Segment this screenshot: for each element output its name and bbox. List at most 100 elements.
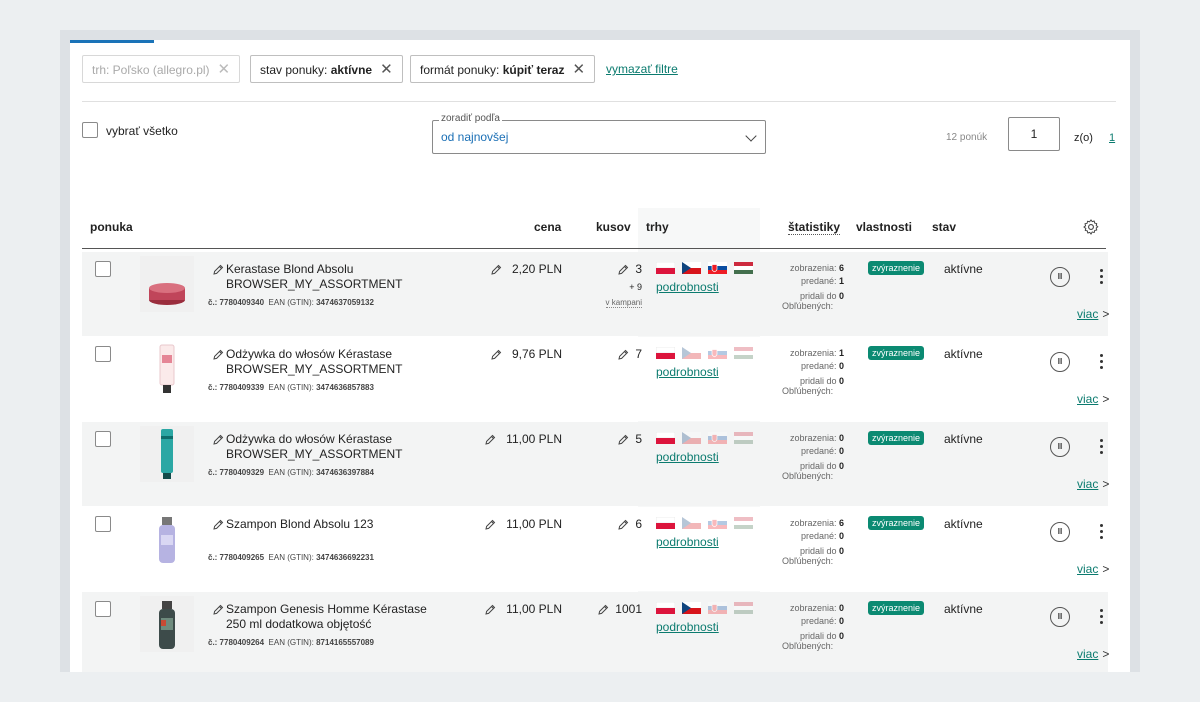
filter-chip-offer-state[interactable]: stav ponuky: aktívne ✕	[250, 55, 403, 83]
pencil-icon[interactable]	[484, 604, 496, 616]
offer-quantity[interactable]: 6	[635, 517, 642, 531]
row-checkbox[interactable]	[95, 261, 111, 277]
page-total-link[interactable]: 1	[1109, 132, 1115, 144]
flag-poland-icon	[656, 517, 675, 529]
offer-title[interactable]: Odżywka do włosów Kérastase BROWSER_MY_A…	[226, 347, 402, 377]
offer-state: aktívne	[944, 262, 983, 276]
market-flags	[656, 432, 760, 450]
pencil-icon[interactable]	[490, 349, 502, 361]
product-thumbnail[interactable]	[140, 256, 194, 312]
product-thumbnail[interactable]	[140, 596, 194, 652]
stat-favorites-label2: Obľúbených:	[782, 301, 834, 311]
kebab-menu-icon[interactable]	[1100, 609, 1103, 627]
pencil-icon[interactable]	[212, 519, 224, 531]
offer-title[interactable]: Odżywka do włosów Kérastase BROWSER_MY_A…	[226, 432, 402, 462]
pencil-icon[interactable]	[617, 349, 629, 361]
filter-chip-market[interactable]: trh: Poľsko (allegro.pl) ✕	[82, 55, 241, 83]
offer-number: č.: 7780409265	[208, 553, 265, 562]
stat-sold-label: predané:	[800, 446, 837, 456]
offer-price[interactable]: 2,20 PLN	[512, 262, 562, 276]
page-number-input[interactable]: 1	[1008, 117, 1060, 151]
close-icon[interactable]: ✕	[572, 61, 585, 78]
close-icon[interactable]: ✕	[380, 61, 393, 78]
pause-icon[interactable]: II	[1050, 522, 1070, 542]
kebab-menu-icon[interactable]	[1100, 354, 1103, 372]
stat-fav-label: pridali do	[799, 291, 837, 301]
offer-price[interactable]: 9,76 PLN	[512, 347, 562, 361]
offer-quantity[interactable]: 1001	[615, 602, 642, 616]
pause-icon[interactable]: II	[1050, 267, 1070, 287]
pencil-icon[interactable]	[617, 519, 629, 531]
pause-icon[interactable]: II	[1050, 437, 1070, 457]
markets-details-link[interactable]: podrobnosti	[656, 535, 719, 549]
row-checkbox[interactable]	[95, 516, 111, 532]
offer-price[interactable]: 11,00 PLN	[506, 517, 562, 531]
row-checkbox[interactable]	[95, 431, 111, 447]
pencil-icon[interactable]	[597, 604, 609, 616]
offers-panel: trh: Poľsko (allegro.pl) ✕ stav ponuky: a…	[70, 40, 1130, 672]
offer-price[interactable]: 11,00 PLN	[506, 602, 562, 616]
markets-details-link[interactable]: podrobnosti	[656, 450, 719, 464]
product-thumbnail[interactable]	[140, 511, 194, 567]
markets-details-link[interactable]: podrobnosti	[656, 365, 719, 379]
pencil-icon[interactable]	[490, 264, 502, 276]
flag-slovakia-icon	[708, 517, 727, 529]
stat-fav-value: 0	[838, 376, 844, 386]
pencil-icon[interactable]	[212, 264, 224, 276]
more-link[interactable]: viac >	[1077, 392, 1109, 406]
product-thumbnail[interactable]	[140, 341, 194, 397]
pencil-icon[interactable]	[617, 264, 629, 276]
pencil-icon[interactable]	[484, 434, 496, 446]
pencil-icon[interactable]	[212, 434, 224, 446]
column-header-state[interactable]: stav	[932, 220, 956, 234]
more-link[interactable]: viac >	[1077, 477, 1109, 491]
kebab-menu-icon[interactable]	[1100, 269, 1103, 287]
clear-filters-link[interactable]: vymazať filtre	[606, 55, 678, 83]
market-flags	[656, 262, 760, 280]
row-checkbox[interactable]	[95, 601, 111, 617]
column-header-stats[interactable]: štatistiky	[788, 220, 841, 235]
offer-quantity[interactable]: 7	[635, 347, 642, 361]
filter-chip-label: trh: Poľsko (allegro.pl)	[92, 63, 210, 77]
pencil-icon[interactable]	[212, 604, 224, 616]
pencil-icon[interactable]	[617, 434, 629, 446]
offer-price[interactable]: 11,00 PLN	[506, 432, 562, 446]
product-thumbnail[interactable]	[140, 426, 194, 482]
chevron-right-icon: >	[1102, 392, 1110, 406]
close-icon[interactable]: ✕	[218, 61, 231, 78]
column-header-price[interactable]: cena	[534, 220, 561, 234]
offer-title[interactable]: Kerastase Blond Absolu BROWSER_MY_ASSORT…	[226, 262, 402, 292]
pencil-icon[interactable]	[484, 519, 496, 531]
offer-title-line2: BROWSER_MY_ASSORTMENT	[226, 447, 403, 461]
pencil-icon[interactable]	[212, 349, 224, 361]
kebab-menu-icon[interactable]	[1100, 439, 1103, 457]
column-header-properties[interactable]: vlastnosti	[856, 220, 912, 234]
select-all-checkbox[interactable]	[82, 122, 98, 138]
more-link[interactable]: viac >	[1077, 647, 1109, 661]
offer-quantity[interactable]: 3	[635, 262, 642, 276]
column-header-qty[interactable]: kusov	[596, 220, 631, 234]
table-header-divider	[82, 248, 1106, 249]
filter-chip-offer-format[interactable]: formát ponuky: kúpiť teraz ✕	[410, 55, 596, 83]
pause-icon[interactable]: II	[1050, 352, 1070, 372]
kebab-menu-icon[interactable]	[1100, 524, 1103, 542]
highlight-badge: zvýraznenie	[868, 601, 925, 615]
more-link[interactable]: viac >	[1077, 307, 1109, 321]
stat-views: zobrazenia: 6	[790, 518, 844, 529]
markets-details-link[interactable]: podrobnosti	[656, 280, 719, 294]
stat-favorites-label2: Obľúbených:	[782, 386, 834, 396]
more-link[interactable]: viac >	[1077, 562, 1109, 576]
settings-gear-icon[interactable]	[1082, 218, 1100, 236]
sort-select[interactable]: zoradiť podľa od najnovšej	[432, 113, 766, 154]
stat-views: zobrazenia: 1	[790, 348, 844, 359]
column-header-markets[interactable]: trhy	[646, 220, 669, 234]
offer-title[interactable]: Szampon Blond Absolu 123	[226, 517, 373, 532]
column-header-offer[interactable]: ponuka	[90, 220, 133, 234]
markets-details-link[interactable]: podrobnosti	[656, 620, 719, 634]
pause-icon[interactable]: II	[1050, 607, 1070, 627]
filter-chip-label: formát ponuky:	[420, 63, 500, 77]
offer-title[interactable]: Szampon Genesis Homme Kérastase 250 ml d…	[226, 602, 427, 632]
row-checkbox[interactable]	[95, 346, 111, 362]
offer-quantity[interactable]: 5	[635, 432, 642, 446]
stat-sold: predané: 0	[801, 361, 844, 372]
